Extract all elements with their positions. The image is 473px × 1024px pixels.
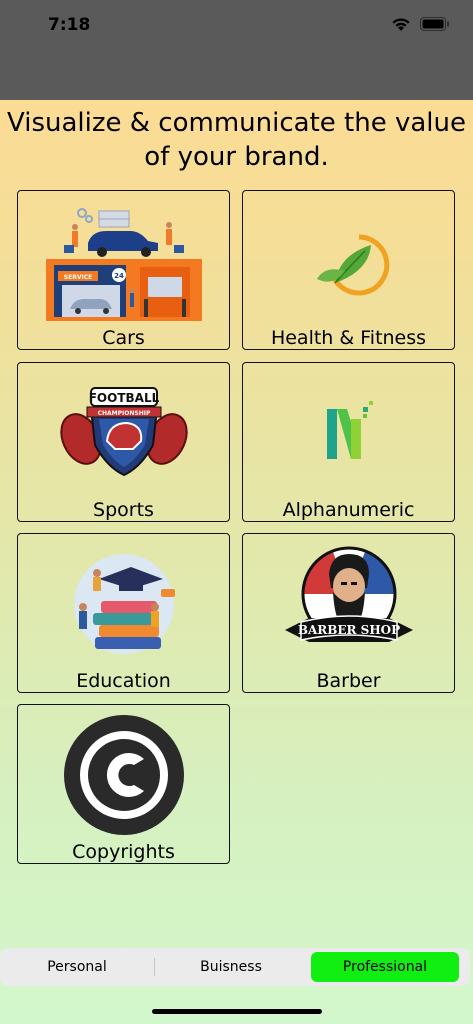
leaf-logo-icon: [243, 197, 454, 325]
category-card-alphanumeric[interactable]: Alphanumeric: [242, 362, 455, 522]
education-books-illustration: [18, 540, 229, 668]
copyright-icon: [18, 711, 229, 839]
category-card-label: Education: [76, 670, 171, 692]
svg-text:24: 24: [114, 272, 124, 280]
home-indicator: [152, 1009, 322, 1014]
category-card-label: Copyrights: [72, 841, 175, 863]
svg-text:FOOTBALL: FOOTBALL: [88, 391, 159, 405]
svg-text:BARBER SHOP: BARBER SHOP: [297, 623, 399, 637]
letter-n-logo: [243, 369, 454, 497]
svg-text:SERVICE: SERVICE: [63, 274, 91, 281]
status-time: 7:18: [48, 15, 91, 35]
barber-shop-logo: BARBER SHOP: [243, 540, 454, 668]
football-shield-logo: FOOTBALL CHAMPIONSHIP: [18, 369, 229, 497]
battery-icon: [420, 17, 450, 36]
car-service-illustration: SERVICE 24: [18, 197, 229, 325]
wifi-icon: [391, 17, 411, 37]
category-card-education[interactable]: Education: [17, 533, 230, 693]
category-card-label: Alphanumeric: [282, 499, 415, 521]
category-card-label: Cars: [102, 327, 145, 349]
category-card-sports[interactable]: FOOTBALL CHAMPIONSHIP Sports: [17, 362, 230, 522]
tab-divider: [154, 958, 155, 976]
page-title: Visualize & communicate the value of you…: [7, 108, 466, 172]
category-card-cars[interactable]: SERVICE 24 Cars: [17, 190, 230, 350]
segmented-tab-bar: Personal Buisness Professional: [0, 948, 470, 986]
category-card-barber[interactable]: BARBER SHOP Barber: [242, 533, 455, 693]
tab-professional[interactable]: Professional: [311, 952, 459, 982]
status-bar: 7:18: [0, 0, 473, 100]
tab-personal[interactable]: Personal: [2, 952, 152, 982]
category-card-copyrights[interactable]: Copyrights: [17, 704, 230, 864]
tab-business[interactable]: Buisness: [156, 952, 306, 982]
svg-text:CHAMPIONSHIP: CHAMPIONSHIP: [97, 410, 150, 417]
category-card-label: Sports: [93, 499, 154, 521]
category-card-health-fitness[interactable]: Health & Fitness: [242, 190, 455, 350]
category-card-label: Barber: [316, 670, 381, 692]
category-card-label: Health & Fitness: [270, 327, 427, 349]
